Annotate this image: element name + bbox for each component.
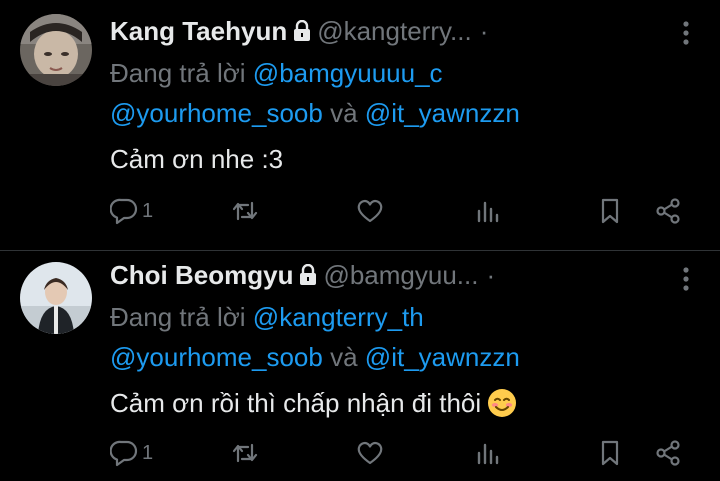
mention-link[interactable]: @kangterry_th (253, 302, 424, 332)
mention-link[interactable]: @it_yawnzzn (365, 98, 520, 128)
user-handle[interactable]: @kangterry... (317, 16, 472, 46)
action-bar: 1 (110, 438, 695, 468)
and-label: và (330, 342, 358, 372)
mention-link[interactable]: @yourhome_soob (110, 98, 323, 128)
reply-button[interactable]: 1 (110, 438, 153, 468)
retweet-icon (230, 439, 260, 467)
replying-to-line: Đang trả lời @kangterry_th (110, 300, 424, 334)
more-icon[interactable] (678, 264, 694, 294)
views-icon (474, 439, 502, 467)
mention-link[interactable]: @it_yawnzzn (365, 342, 520, 372)
like-icon (356, 197, 384, 225)
lock-icon (299, 260, 317, 294)
retweet-button[interactable] (230, 438, 260, 468)
views-button[interactable] (474, 196, 502, 226)
separator-dot: · (486, 260, 496, 290)
avatar[interactable] (20, 262, 92, 334)
tweet-text: Cảm ơn nhe :3 (110, 144, 284, 174)
retweet-icon (230, 197, 260, 225)
reply-button[interactable]: 1 (110, 196, 153, 226)
share-icon (654, 197, 682, 225)
display-name[interactable]: Choi Beomgyu (110, 260, 293, 290)
share-button[interactable] (654, 438, 682, 468)
reply-count: 1 (142, 199, 154, 222)
separator-dot: · (479, 16, 489, 46)
views-icon (474, 197, 502, 225)
replying-to-line-2: @yourhome_soob và @it_yawnzzn (110, 340, 520, 374)
share-button[interactable] (654, 196, 682, 226)
reply-count: 1 (142, 441, 154, 464)
tweet[interactable]: Choi Beomgyu @bamgyuu... · Đang trả lời @k… (0, 250, 720, 481)
lock-icon (293, 16, 311, 50)
reply-icon (110, 439, 138, 467)
views-button[interactable] (474, 438, 502, 468)
like-button[interactable] (356, 438, 384, 468)
mention-link[interactable]: @yourhome_soob (110, 342, 323, 372)
reply-icon (110, 197, 138, 225)
tweet-text: Cảm ơn rồi thì chấp nhận đi thôi (110, 388, 482, 418)
avatar[interactable] (20, 14, 92, 86)
bookmark-button[interactable] (596, 438, 624, 468)
display-name[interactable]: Kang Taehyun (110, 16, 287, 46)
tweet[interactable]: Kang Taehyun @kangterry... · Đang trả lời … (0, 0, 720, 250)
share-icon (654, 439, 682, 467)
like-icon (356, 439, 384, 467)
bookmark-button[interactable] (596, 196, 624, 226)
replying-to-label: Đang trả lời (110, 302, 246, 332)
bookmark-icon (596, 197, 624, 225)
like-button[interactable] (356, 196, 384, 226)
more-icon[interactable] (678, 18, 694, 48)
mention-link[interactable]: @bamgyuuuu_c (253, 58, 443, 88)
action-bar: 1 (110, 196, 695, 226)
replying-to-label: Đang trả lời (110, 58, 246, 88)
and-label: và (330, 98, 358, 128)
replying-to-line-2: @yourhome_soob và @it_yawnzzn (110, 96, 520, 130)
tweet-header: Choi Beomgyu @bamgyuu... · (110, 258, 620, 294)
retweet-button[interactable] (230, 196, 260, 226)
user-handle[interactable]: @bamgyuu... (323, 260, 478, 290)
smiling-face-icon (487, 388, 517, 426)
tweet-header: Kang Taehyun @kangterry... · (110, 14, 620, 50)
bookmark-icon (596, 439, 624, 467)
replying-to-line: Đang trả lời @bamgyuuuu_c (110, 56, 443, 90)
tweet-text-line: Cảm ơn rồi thì chấp nhận đi thôi (110, 386, 517, 426)
